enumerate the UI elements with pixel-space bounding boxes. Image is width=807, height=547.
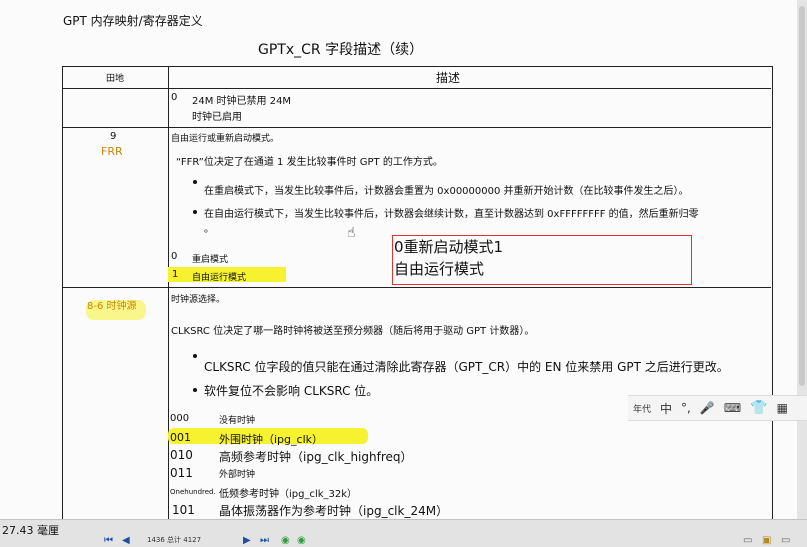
option-text: 重启模式: [192, 255, 229, 265]
scrollbar-thumb[interactable]: [799, 6, 805, 386]
table-row-divider: [62, 287, 771, 288]
first-page-icon[interactable]: ⏮: [104, 535, 113, 546]
skin-icon[interactable]: 👕: [750, 400, 767, 416]
field-summary: 自由运行或重新启动模式。: [171, 134, 280, 144]
option-text: 24M 时钟已禁用 24M: [192, 96, 292, 107]
status-bar: 27.43 毫厘 ⏮ ◀ 1436 总计 4127 ▶ ⏭ ◉ ◉ ▭ ▣ ▭: [0, 519, 807, 547]
annotation-text: 0重新启动模式1: [394, 238, 504, 256]
last-page-icon[interactable]: ⏭: [260, 535, 269, 546]
option-code: 0: [171, 251, 178, 262]
field-bit: 9: [110, 131, 117, 142]
prev-page-icon[interactable]: ◀: [122, 535, 130, 546]
option-text: 外部时钟: [219, 470, 256, 480]
field-name-frr: FRR: [101, 145, 123, 158]
grid-menu-icon[interactable]: ▦: [777, 401, 788, 415]
ime-language-toggle[interactable]: 中: [660, 400, 672, 417]
option-code: Onehundred.: [170, 488, 216, 496]
next-page-icon[interactable]: ▶: [243, 535, 251, 546]
field-name-clksrc: 8-6 时钟源: [87, 301, 137, 312]
option-code: 1: [172, 269, 179, 280]
option-text: 自由运行模式: [192, 273, 247, 283]
table-header-divider: [62, 88, 771, 89]
option-code: 0: [171, 92, 178, 103]
bullet-icon: [193, 180, 197, 184]
back-icon[interactable]: ◉: [281, 535, 290, 546]
punctuation-icon[interactable]: °,: [681, 401, 691, 415]
bullet-icon: [193, 354, 197, 358]
hand-cursor-icon: ☝: [347, 225, 356, 241]
bullet-text-continued: 。: [204, 224, 214, 235]
ime-toolbar: 年代 中 °, 🎤 ⌨ 👕 ▦: [628, 395, 807, 421]
bullet-icon: [193, 210, 197, 214]
ime-mode-label[interactable]: 年代: [633, 402, 651, 415]
document-page: GPT 内存映射/寄存器定义 GPTx_CR 字段描述（续） 田地 描述 0 2…: [0, 0, 798, 522]
microphone-icon[interactable]: 🎤: [700, 401, 715, 415]
view-mode-icon[interactable]: ▭: [743, 535, 752, 546]
option-code: 000: [170, 413, 190, 424]
bullet-text: 在自由运行模式下，当发生比较事件后，计数器会继续计数，直至计数器达到 0xFFF…: [204, 209, 699, 220]
option-code: 010: [170, 448, 193, 462]
field-summary: 时钟源选择。: [171, 295, 226, 305]
option-code: 001: [170, 431, 191, 444]
option-text: 高频参考时钟（ipg_clk_highfreq）: [219, 450, 413, 464]
keyboard-icon[interactable]: ⌨: [724, 401, 741, 415]
zoom-level: 27.43 毫厘: [2, 524, 59, 537]
vertical-scrollbar[interactable]: [797, 0, 807, 519]
field-intro: CLKSRC 位决定了哪一路时钟将被送至预分频器（随后将用于驱动 GPT 计数器…: [171, 326, 535, 337]
column-header-description: 描述: [436, 71, 461, 85]
bullet-text: CLKSRC 位字段的值只能在通过清除此寄存器（GPT_CR）中的 EN 位来禁…: [204, 360, 729, 374]
page-indicator: 1436 总计 4127: [147, 536, 202, 544]
option-code: 101: [172, 503, 195, 517]
table-title: GPTx_CR 字段描述（续）: [258, 42, 424, 58]
table-column-divider: [168, 66, 169, 521]
bullet-text: 软件复位不会影响 CLKSRC 位。: [204, 384, 379, 398]
option-text: 时钟已启用: [192, 112, 242, 123]
bullet-text: 在重启模式下，当发生比较事件后，计数器会重置为 0x00000000 并重新开始…: [204, 186, 689, 197]
bullet-icon: [193, 388, 197, 392]
annotation-text: 自由运行模式: [394, 260, 485, 278]
option-text: 没有时钟: [219, 416, 256, 426]
option-text: 晶体振荡器作为参考时钟（ipg_clk_24M）: [219, 504, 449, 518]
option-code: 011: [170, 466, 193, 480]
option-text: 外围时钟（ipg_clk）: [219, 433, 323, 446]
field-intro: “FFR”位决定了在通道 1 发生比较事件时 GPT 的工作方式。: [176, 157, 443, 168]
forward-icon[interactable]: ◉: [297, 535, 306, 546]
page-view-icon[interactable]: ▣: [762, 535, 771, 546]
column-header-field: 田地: [106, 74, 125, 84]
table-row-divider: [62, 127, 771, 128]
page-header-title: GPT 内存映射/寄存器定义: [63, 14, 203, 28]
fit-width-icon[interactable]: ▭: [781, 535, 790, 546]
option-text: 低频参考时钟（ipg_clk_32k）: [219, 489, 358, 500]
